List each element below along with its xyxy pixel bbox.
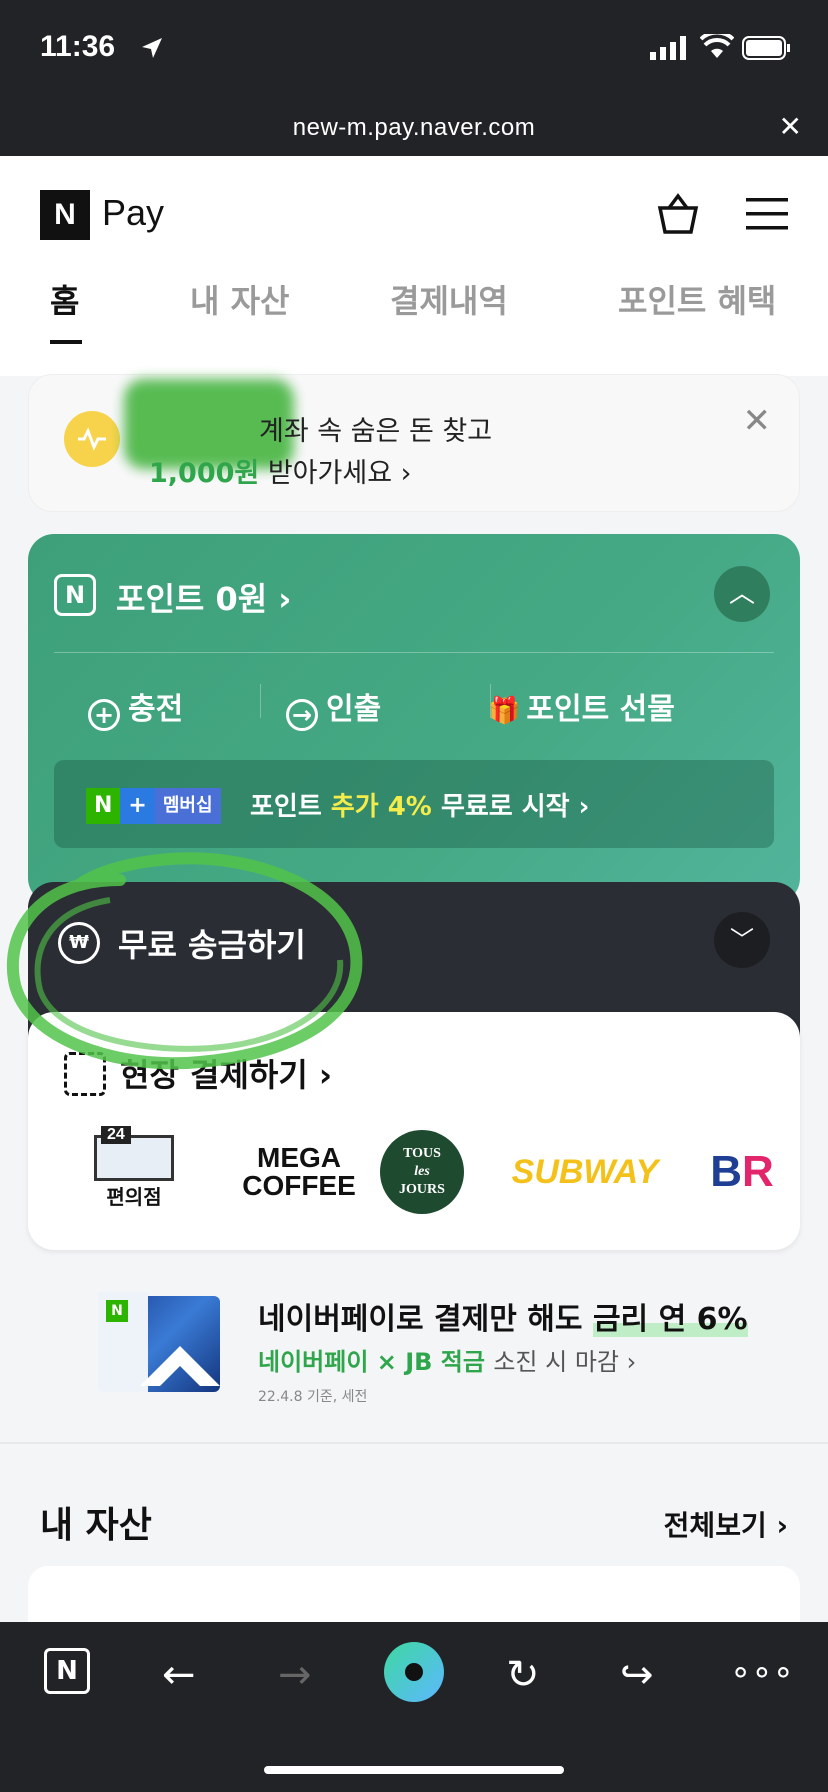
green-dot-icon[interactable] (384, 1642, 444, 1702)
ad-product: 네이버페이 × JB 적금 (258, 1348, 485, 1376)
tab-home[interactable]: 홈 (50, 276, 79, 322)
plus-circle-icon: + (88, 699, 120, 731)
badge-membership: 멤버십 (154, 788, 221, 824)
close-icon[interactable]: ✕ (743, 401, 772, 441)
logo-text[interactable]: Pay (102, 192, 164, 234)
badge-n: N (86, 788, 121, 824)
subway-logo[interactable]: SUBWAY (490, 1132, 680, 1212)
chevron-up-icon[interactable]: ︿ (714, 566, 770, 622)
banner-line1: 계좌 속 숨은 돈 찾고 (259, 416, 493, 447)
banner-amount: 1,000원 (149, 458, 260, 489)
wifi-icon (700, 34, 734, 58)
reload-icon[interactable]: ↻ (506, 1652, 540, 1698)
app-header: N Pay 홈 내 자산 결제내역 포인트 혜택 (0, 156, 828, 376)
ad-headline: 네이버페이로 결제만 해도 금리 연 6% (258, 1294, 748, 1338)
promo-pre: 포인트 (250, 792, 322, 822)
banner-line2: 1,000원 받아가세요 › (149, 451, 411, 490)
withdraw-label: 인출 (326, 692, 382, 727)
ad-footnote: 22.4.8 기준, 세전 (258, 1389, 368, 1405)
shopping-bag-icon[interactable] (656, 192, 700, 236)
ad-rate: 금리 연 6% (592, 1302, 748, 1337)
browser-toolbar: N ← → ↻ ↪ ∘∘∘ (0, 1622, 828, 1792)
br-r: R (742, 1147, 774, 1196)
share-icon[interactable]: ↪ (620, 1652, 654, 1698)
les-text: les (414, 1164, 430, 1179)
gift-icon: 🎁 (488, 696, 521, 726)
badge-plus: + (120, 788, 155, 824)
withdraw-button[interactable]: → 인출 (286, 684, 381, 731)
store-label: 편의점 (106, 1186, 162, 1209)
hand-drawn-circle (6, 852, 363, 1070)
membership-badge: N + 멤버십 (86, 788, 221, 824)
coffee-text: COFFEE (242, 1170, 356, 1201)
assets-section-title: 내 자산 (40, 1505, 152, 1546)
naver-n-icon: N (106, 1300, 128, 1322)
charge-label: 충전 (128, 692, 184, 727)
view-all-link[interactable]: 전체보기 › (664, 1504, 788, 1544)
ad-deadline: 소진 시 마감 › (493, 1348, 637, 1376)
hidden-money-banner[interactable]: 계좌 속 숨은 돈 찾고 1,000원 받아가세요 › ✕ (28, 374, 800, 512)
back-icon[interactable]: ← (162, 1652, 196, 1698)
tous-les-jours-logo[interactable]: TOUS les JOURS (380, 1130, 464, 1214)
promo-post: 무료로 시작 › (440, 792, 590, 822)
status-time: 11:36 (40, 30, 116, 63)
points-balance[interactable]: 포인트 0원 › (116, 574, 292, 620)
jb-savings-ad[interactable]: N 네이버페이로 결제만 해도 금리 연 6% 네이버페이 × JB 적금 소진… (0, 1290, 828, 1420)
promo-text: 포인트 추가 4% 무료로 시작 › (250, 786, 589, 823)
ad-subline: 네이버페이 × JB 적금 소진 시 마감 › (258, 1342, 636, 1377)
tab-point-benefits[interactable]: 포인트 혜택 (618, 276, 776, 322)
menu-icon[interactable] (746, 196, 788, 232)
location-icon (142, 38, 162, 58)
status-bar: 11:36 (0, 0, 828, 100)
membership-promo[interactable]: N + 멤버십 포인트 추가 4% 무료로 시작 › (54, 760, 774, 848)
naver-home-icon[interactable]: N (44, 1648, 90, 1694)
ad-headline-pre: 네이버페이로 결제만 해도 (258, 1302, 583, 1337)
jours-text: JOURS (399, 1182, 445, 1197)
tab-bar: 홈 내 자산 결제내역 포인트 혜택 (0, 276, 828, 356)
more-icon[interactable]: ∘∘∘ (730, 1652, 794, 1692)
gift-label: 포인트 선물 (526, 692, 675, 727)
coin-icon (64, 411, 120, 467)
forward-icon[interactable]: → (278, 1652, 312, 1698)
signal-icon (650, 36, 686, 60)
chevron-down-icon[interactable]: ﹀ (714, 912, 770, 968)
tab-payment-history[interactable]: 결제내역 (390, 276, 508, 322)
baskin-robbins-logo[interactable]: BR (702, 1132, 782, 1212)
divider (54, 652, 774, 653)
url-text[interactable]: new-m.pay.naver.com (0, 114, 828, 142)
naver-logo-icon[interactable]: N (40, 190, 90, 240)
close-icon[interactable]: ✕ (779, 110, 802, 143)
charge-button[interactable]: + 충전 (88, 684, 183, 731)
battery-icon (742, 36, 790, 60)
withdraw-icon: → (286, 699, 318, 731)
section-divider (0, 1442, 828, 1444)
browser-url-bar: new-m.pay.naver.com ✕ (0, 100, 828, 156)
banner-rest: 받아가세요 › (267, 458, 412, 489)
tab-my-assets[interactable]: 내 자산 (190, 276, 289, 322)
naver-point-icon: N (54, 574, 96, 616)
home-indicator (264, 1766, 564, 1774)
tous-text: TOUS (403, 1146, 441, 1161)
active-tab-indicator (50, 340, 82, 344)
br-b: B (710, 1147, 742, 1196)
ad-card-image: N (98, 1292, 220, 1392)
promo-highlight: 추가 4% (330, 792, 432, 822)
divider (260, 684, 261, 718)
gift-points-button[interactable]: 🎁 포인트 선물 (488, 684, 675, 728)
